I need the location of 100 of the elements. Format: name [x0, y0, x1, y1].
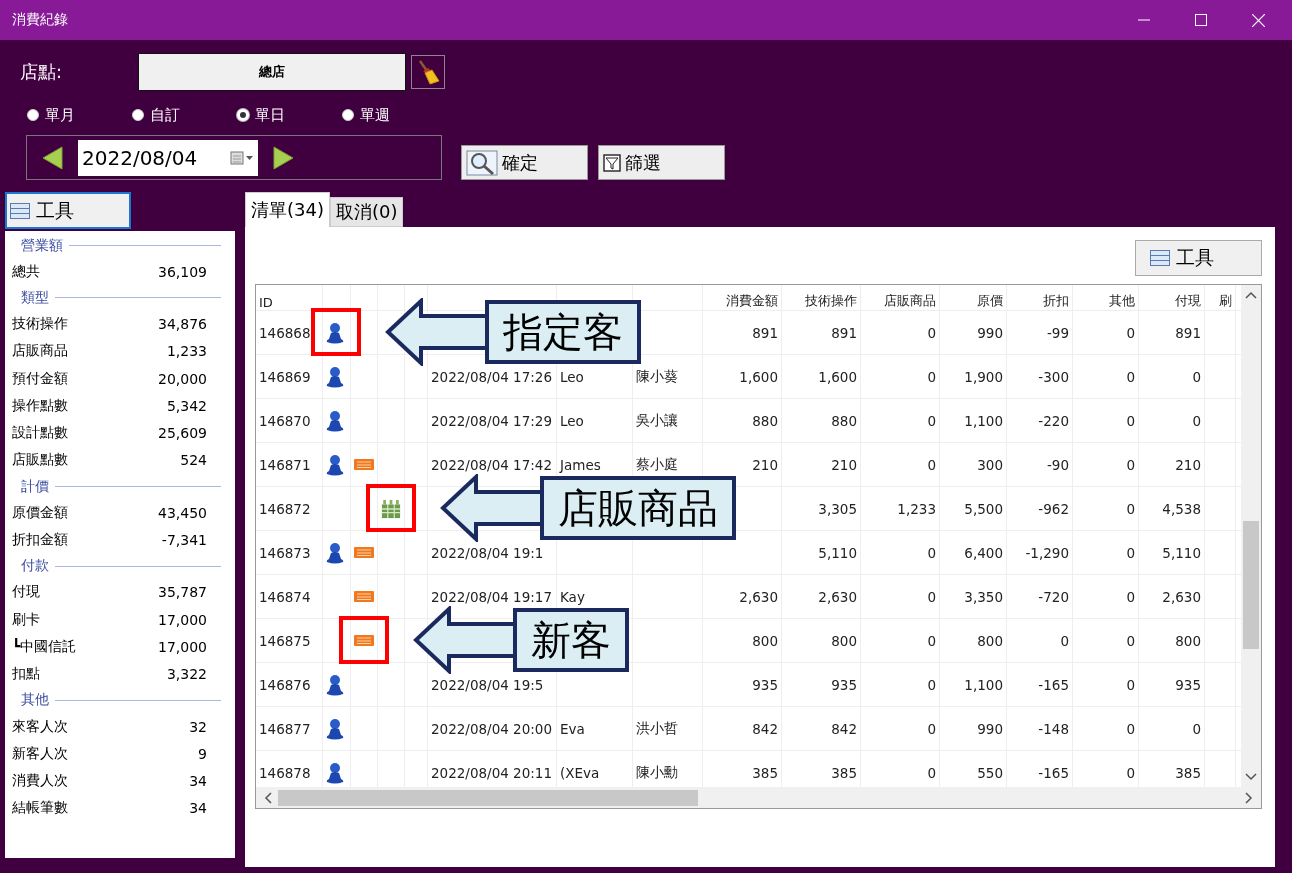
section-heading: 其他 [21, 691, 49, 710]
table-cell: 300 [977, 456, 1003, 473]
table-cell: 陳小葵 [636, 367, 678, 386]
tools-button[interactable]: 工具 [1135, 240, 1262, 276]
summary-value: 5,342 [166, 397, 207, 414]
table-cell: 1,100 [964, 412, 1003, 429]
column-header[interactable]: 原價 [977, 292, 1003, 310]
table-cell: 0 [1126, 500, 1135, 517]
column-header[interactable]: 折扣 [1043, 292, 1069, 310]
scroll-thumb[interactable] [278, 789, 698, 806]
table-cell: 1,900 [964, 368, 1003, 385]
table-cell: 0 [927, 676, 936, 693]
summary-value: 34 [189, 773, 207, 790]
table-cell: 146877 [259, 720, 311, 737]
table-cell: 2,630 [818, 588, 857, 605]
close-icon[interactable] [1252, 13, 1265, 27]
table-cell: 2022/08/04 17:42 [431, 456, 552, 473]
summary-value: 34,876 [158, 315, 207, 332]
table-cell: 146868 [259, 324, 311, 341]
table-cell: 935 [831, 676, 857, 693]
table-cell: 3,305 [818, 500, 857, 517]
horizontal-scrollbar[interactable] [256, 787, 1261, 808]
column-header[interactable]: 其他 [1109, 292, 1135, 310]
summary-value: 36,109 [158, 263, 207, 280]
table-cell: 3,350 [964, 588, 1003, 605]
store-field[interactable]: 總店 [138, 53, 406, 91]
table-cell: 1,100 [964, 676, 1003, 693]
period-radio[interactable]: 單週 [342, 105, 447, 125]
table-cell: 2022/08/04 20:00 [431, 720, 552, 737]
tools-button[interactable]: 工具 [5, 192, 131, 229]
summary-label: 技術操作 [12, 314, 68, 333]
summary-value: 17,000 [158, 611, 207, 628]
column-header[interactable]: 技術操作 [805, 292, 857, 310]
summary-value: 32 [189, 718, 207, 735]
table-cell: 0 [927, 632, 936, 649]
vertical-scrollbar[interactable] [1241, 285, 1261, 787]
previous-day-icon[interactable] [42, 145, 64, 170]
table-cell: 0 [927, 764, 936, 781]
highlight-frame [339, 616, 389, 664]
table-cell: 1,600 [739, 368, 778, 385]
confirm-button[interactable]: 確定 [461, 145, 588, 180]
period-radio[interactable]: 自訂 [132, 105, 237, 125]
table-cell: 935 [752, 676, 778, 693]
table-cell: 2022/08/04 20:11 [431, 764, 552, 781]
table-cell: -220 [1038, 412, 1069, 429]
scroll-thumb[interactable] [1243, 521, 1259, 649]
scroll-up-icon[interactable] [1245, 291, 1257, 299]
scroll-right-icon[interactable] [1245, 791, 1253, 804]
summary-label: 總共 [12, 262, 40, 281]
table-cell: -99 [1046, 324, 1069, 341]
scroll-down-icon[interactable] [1245, 773, 1257, 781]
table-cell: 0 [1060, 632, 1069, 649]
table-cell: 0 [1126, 544, 1135, 561]
table-cell: 6,400 [964, 544, 1003, 561]
table-cell: 0 [927, 324, 936, 341]
tab[interactable]: 清單(34) [245, 192, 330, 227]
tab[interactable]: 取消(0) [329, 197, 404, 227]
summary-label: 刷卡 [12, 610, 40, 629]
summary-value: 25,609 [158, 425, 207, 442]
table-cell: 210 [752, 456, 778, 473]
period-radio[interactable]: 單日 [237, 105, 342, 125]
calendar-dropdown-icon[interactable] [230, 149, 254, 166]
table-cell: 891 [752, 324, 778, 341]
table-cell: 0 [1126, 632, 1135, 649]
summary-value: 34 [189, 800, 207, 817]
column-header[interactable]: 消費金額 [726, 292, 778, 310]
table-cell: 146876 [259, 676, 311, 693]
table-cell: 0 [927, 368, 936, 385]
table-cell: -962 [1038, 500, 1069, 517]
maximize-icon[interactable] [1195, 14, 1207, 26]
table-cell: 2022/08/04 19:1 [431, 544, 544, 561]
table-cell: 0 [1192, 412, 1201, 429]
table-cell: 800 [831, 632, 857, 649]
column-header[interactable]: ID [259, 295, 273, 310]
column-header[interactable]: 付現 [1175, 292, 1201, 310]
filter-button[interactable]: 篩選 [598, 145, 725, 180]
date-field[interactable]: 2022/08/04 [78, 139, 258, 176]
clear-button[interactable] [411, 55, 445, 89]
column-header[interactable]: 刷 [1219, 292, 1232, 310]
summary-label: 新客人次 [12, 744, 68, 763]
table-cell: 880 [752, 412, 778, 429]
summary-value: 524 [180, 452, 207, 469]
scroll-left-icon[interactable] [264, 791, 272, 804]
table-cell: 210 [1175, 456, 1201, 473]
summary-label: 店販點數 [12, 451, 68, 470]
summary-value: 20,000 [158, 370, 207, 387]
table-cell: Leo [560, 368, 584, 385]
summary-label: 預付金額 [12, 369, 68, 388]
next-day-icon[interactable] [272, 145, 294, 170]
period-radio[interactable]: 單月 [27, 105, 132, 125]
table-cell: Eva [560, 720, 585, 737]
table-cell: 385 [1175, 764, 1201, 781]
column-header[interactable]: 店販商品 [884, 292, 936, 310]
table-cell: 0 [927, 456, 936, 473]
table-cell: 2,630 [1162, 588, 1201, 605]
list-icon [1150, 250, 1170, 266]
table-cell: Kay [560, 588, 585, 605]
table-cell: 0 [1126, 456, 1135, 473]
table-cell: 146874 [259, 588, 311, 605]
table-cell: James [560, 456, 601, 473]
